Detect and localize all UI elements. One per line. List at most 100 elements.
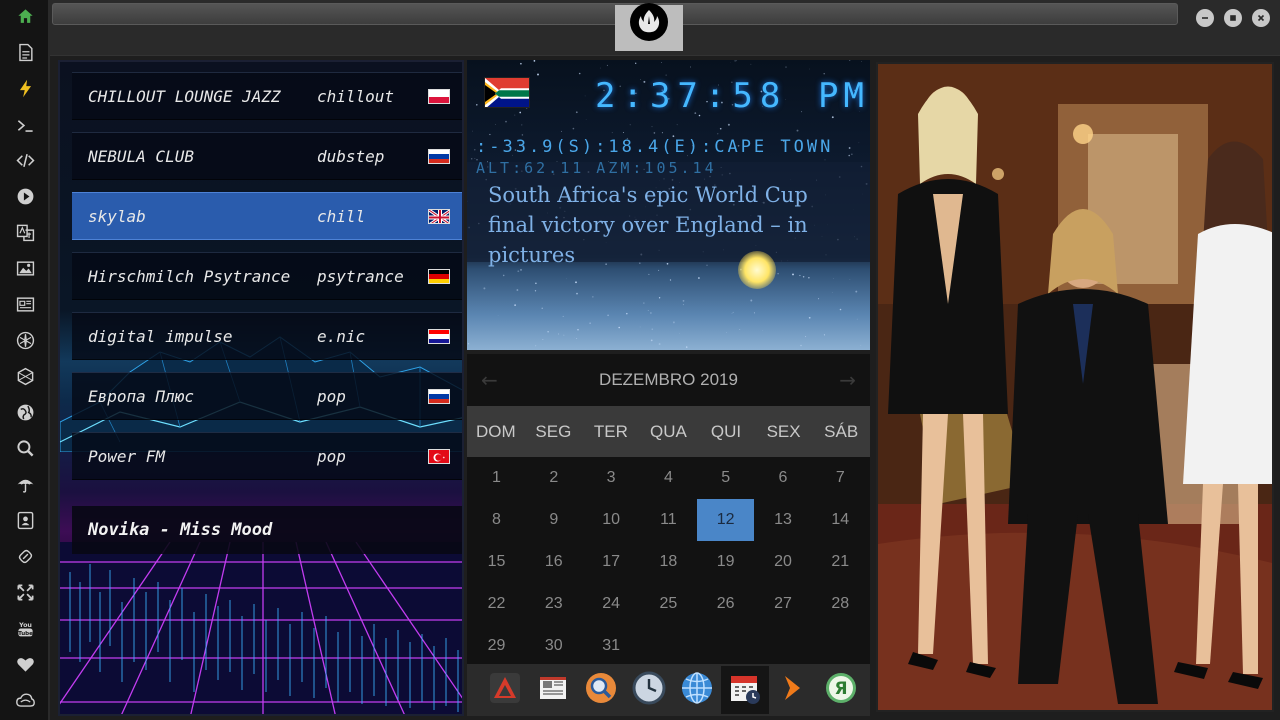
station-row[interactable]: skylab chill (72, 192, 462, 240)
calendar-day[interactable]: 11 (640, 499, 697, 541)
play-icon (16, 187, 35, 210)
weekday-label: QUI (710, 421, 742, 441)
station-genre: chill (317, 206, 366, 226)
sidebar-item-hexagon[interactable] (0, 363, 50, 393)
dock-item-browser[interactable] (673, 666, 721, 714)
station-row[interactable]: Европа Плюс pop (72, 372, 462, 420)
calendar-day[interactable]: 13 (755, 499, 812, 541)
sidebar-item-translate[interactable] (0, 219, 50, 249)
link-icon (16, 547, 35, 570)
neon-grid (60, 542, 462, 714)
calendar-day[interactable]: 18 (640, 541, 697, 583)
sidebar-item-globe[interactable] (0, 399, 50, 429)
hexagon-icon (16, 367, 35, 390)
calendar-day[interactable]: 24 (583, 583, 640, 625)
clock-app-icon (632, 671, 666, 709)
station-name: digital impulse (88, 326, 233, 346)
calendar-day[interactable]: 7 (812, 457, 869, 499)
launcher-icon (488, 671, 522, 709)
sidebar-item-news[interactable] (0, 291, 50, 321)
sidebar-item-umbrella[interactable] (0, 471, 50, 501)
calendar-day[interactable]: 22 (468, 583, 525, 625)
south-africa-flag-icon (484, 77, 530, 108)
sidebar-item-rebel[interactable] (0, 327, 50, 357)
maximize-button[interactable] (1224, 9, 1242, 27)
rebel-logo-tab[interactable] (615, 3, 683, 51)
news-headline-box[interactable]: South Africa's epic World Cup final vict… (467, 162, 870, 267)
sidebar-item-image[interactable] (0, 255, 50, 285)
station-row[interactable]: NEBULA CLUB dubstep (72, 132, 462, 180)
station-row[interactable]: digital impulse e.nic (72, 312, 462, 360)
sun-icon (738, 251, 776, 289)
sidebar-item-document[interactable] (0, 39, 50, 69)
sidebar-item-play[interactable] (0, 183, 50, 213)
station-row[interactable]: CHILLOUT LOUNGE JAZZ chillout (72, 72, 462, 120)
calendar-day[interactable]: 17 (583, 541, 640, 583)
calendar-day[interactable]: 25 (640, 583, 697, 625)
sidebar-item-link[interactable] (0, 543, 50, 573)
station-genre: pop (317, 386, 346, 406)
calendar-day[interactable]: 15 (468, 541, 525, 583)
minimize-button[interactable] (1196, 9, 1214, 27)
calendar-day[interactable]: 27 (755, 583, 812, 625)
dock-item-search-app[interactable] (577, 666, 625, 714)
station-row[interactable]: Power FM pop (72, 432, 462, 480)
calendar-day[interactable]: 2 (525, 457, 582, 499)
calendar-day[interactable]: 5 (697, 457, 754, 499)
sidebar-item-lightning[interactable] (0, 75, 50, 105)
dock-item-news-reader[interactable] (529, 666, 577, 714)
dock-item-launcher[interactable] (481, 666, 529, 714)
sidebar-item-heart[interactable] (0, 651, 50, 681)
next-month-button[interactable]: → (839, 368, 856, 392)
calendar-day[interactable]: 4 (640, 457, 697, 499)
clock-coordinates: :-33.9(S):18.4(E):CAPE TOWN (476, 137, 834, 157)
calendar-day[interactable]: 31 (583, 625, 640, 667)
terminal-icon (16, 116, 35, 139)
close-button[interactable] (1252, 9, 1270, 27)
sidebar-item-terminal[interactable] (0, 112, 50, 142)
calendar-day-today[interactable]: 12 (697, 499, 755, 541)
dock-item-calendar-app[interactable] (721, 666, 769, 714)
calendar-day[interactable]: 30 (525, 625, 582, 667)
calendar-day[interactable]: 3 (583, 457, 640, 499)
cloud-icon (15, 691, 35, 714)
calendar-day[interactable]: 21 (812, 541, 869, 583)
contacts-icon (16, 511, 35, 534)
station-name: skylab (88, 206, 146, 226)
search-app-icon (584, 671, 618, 709)
sidebar-item-search[interactable] (0, 435, 50, 465)
calendar-day[interactable]: 28 (812, 583, 869, 625)
uk-flag-icon (428, 209, 450, 224)
croatia-flag-icon (428, 329, 450, 344)
dock-item-yandex[interactable]: Я (817, 666, 865, 714)
sidebar-item-home[interactable] (0, 3, 50, 33)
prev-month-button[interactable]: ← (481, 368, 498, 392)
station-row[interactable]: Hirschmilch Psytrance psytrance (72, 252, 462, 300)
calendar-day[interactable]: 10 (583, 499, 640, 541)
calendar-day[interactable]: 20 (755, 541, 812, 583)
sidebar-item-youtube[interactable]: You Tube (0, 615, 50, 645)
calendar-day[interactable]: 29 (468, 625, 525, 667)
calendar-day[interactable]: 1 (468, 457, 525, 499)
station-name: Европа Плюс (88, 386, 194, 406)
umbrella-icon (16, 475, 35, 498)
radio-panel: CHILLOUT LOUNGE JAZZ chillout NEBULA CLUB d… (58, 60, 464, 716)
sidebar-item-contacts[interactable] (0, 507, 50, 537)
calendar-day[interactable]: 14 (812, 499, 869, 541)
arrow-app-icon (776, 671, 810, 709)
calendar-day[interactable]: 8 (468, 499, 525, 541)
sidebar-item-code[interactable] (0, 147, 50, 177)
weekday-label: SÁB (824, 421, 859, 441)
sidebar-item-cloud[interactable] (0, 687, 50, 717)
calendar-day[interactable]: 16 (525, 541, 582, 583)
calendar-day[interactable]: 9 (525, 499, 582, 541)
dock-item-arrow-app[interactable] (769, 666, 817, 714)
weekday-label: DOM (475, 421, 516, 441)
calendar-day[interactable]: 6 (755, 457, 812, 499)
calendar-day[interactable]: 23 (525, 583, 582, 625)
calendar-day[interactable]: 19 (697, 541, 754, 583)
calendar-day[interactable]: 26 (697, 583, 754, 625)
dock-item-clock-app[interactable] (625, 666, 673, 714)
clock-time: 2:37:58 (595, 76, 788, 116)
sidebar-item-expand[interactable] (0, 579, 50, 609)
